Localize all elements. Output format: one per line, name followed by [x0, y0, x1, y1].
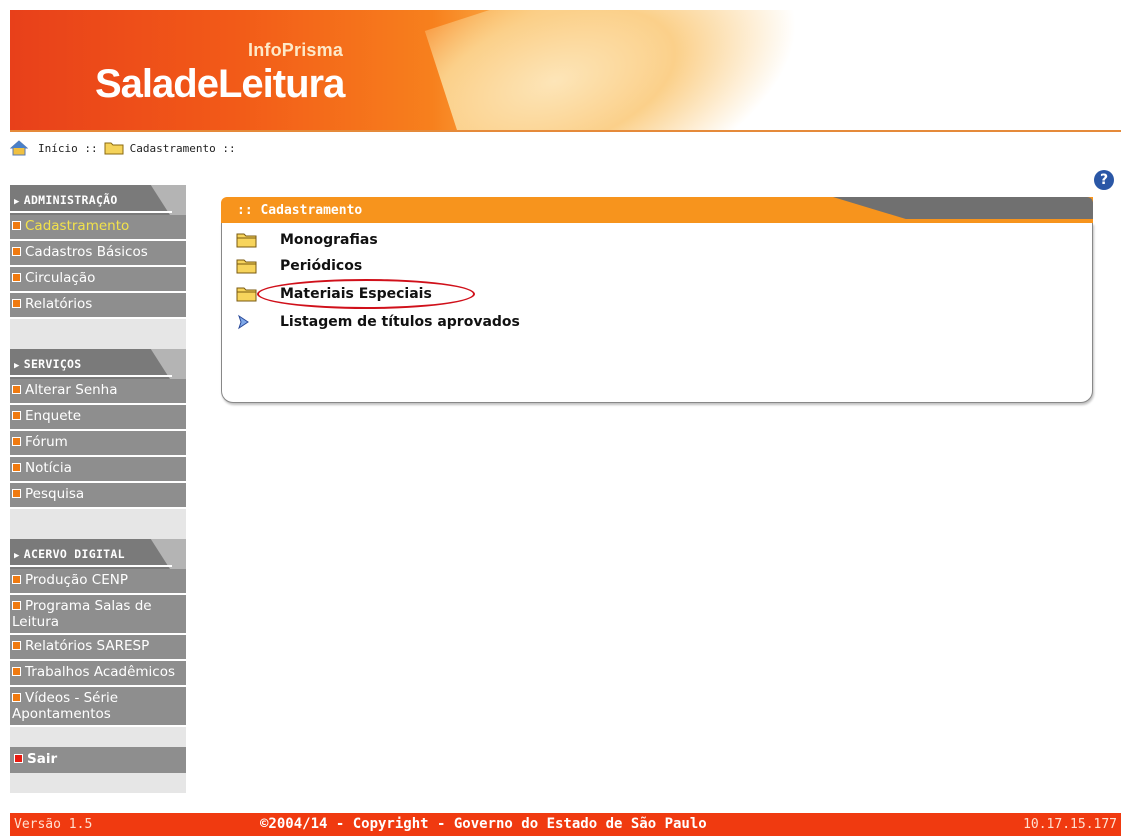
- bullet-icon: [14, 754, 23, 763]
- bullet-icon: [12, 437, 21, 446]
- caret-right-icon: ▶: [14, 361, 20, 371]
- bullet-icon: [12, 411, 21, 420]
- sidebar-item-videos[interactable]: Vídeos - Série Apontamentos: [10, 687, 186, 727]
- sidebar-item-cadastros-basicos[interactable]: Cadastros Básicos: [10, 241, 186, 267]
- logout-label: Sair: [27, 751, 58, 767]
- sidebar-item-noticia[interactable]: Notícia: [10, 457, 186, 483]
- sidebar-item-label: Pesquisa: [25, 486, 85, 502]
- sidebar-section-acervo-digital: ▶ ACERVO DIGITAL: [10, 539, 186, 569]
- sidebar-section-administracao: ▶ ADMINISTRAÇÃO: [10, 185, 186, 215]
- bullet-icon: [12, 693, 21, 702]
- sidebar-section-servicos: ▶ SERVIÇOS: [10, 349, 186, 379]
- sidebar-spacer: [10, 773, 186, 793]
- sidebar-item-label: Relatórios SARESP: [25, 638, 150, 654]
- panel-title: :: Cadastramento: [237, 203, 363, 218]
- sidebar-item-label: Produção CENP: [25, 572, 128, 588]
- bullet-icon: [12, 247, 21, 256]
- sidebar-item-enquete[interactable]: Enquete: [10, 405, 186, 431]
- item-label: Listagem de títulos aprovados: [280, 314, 520, 330]
- sidebar-item-label: Enquete: [25, 408, 82, 424]
- sidebar-spacer: [10, 727, 186, 747]
- breadcrumb: Início :: Cadastramento ::: [9, 136, 1110, 160]
- section-title: ADMINISTRAÇÃO: [23, 193, 118, 207]
- link-periodicos[interactable]: Periódicos: [236, 255, 362, 277]
- sidebar-item-label: Programa Salas de Leitura: [12, 598, 152, 630]
- sidebar-item-label: Cadastros Básicos: [25, 244, 148, 260]
- footer: Versão 1.5 ©2004/14 - Copyright - Govern…: [10, 813, 1121, 836]
- sidebar-item-pesquisa[interactable]: Pesquisa: [10, 483, 186, 509]
- copyright-label: ©2004/14 - Copyright - Governo do Estado…: [260, 816, 707, 832]
- link-listagem-titulos[interactable]: Listagem de títulos aprovados: [236, 311, 520, 333]
- bullet-icon: [12, 575, 21, 584]
- sidebar-item-label: Trabalhos Acadêmicos: [25, 664, 176, 680]
- bullet-icon: [12, 489, 21, 498]
- caret-right-icon: ▶: [14, 197, 20, 207]
- ip-address: 10.17.15.177: [1023, 817, 1117, 832]
- logout-button[interactable]: Sair: [10, 747, 186, 773]
- caret-right-icon: ▶: [14, 551, 20, 561]
- sidebar-item-label: Alterar Senha: [25, 382, 118, 398]
- section-title: ACERVO DIGITAL: [23, 547, 125, 561]
- header-swoosh: [424, 10, 836, 132]
- bullet-icon: [12, 385, 21, 394]
- sidebar-item-trabalhos-academicos[interactable]: Trabalhos Acadêmicos: [10, 661, 186, 687]
- bullet-icon: [12, 273, 21, 282]
- sidebar-item-forum[interactable]: Fórum: [10, 431, 186, 457]
- link-monografias[interactable]: Monografias: [236, 229, 378, 251]
- bullet-icon: [12, 463, 21, 472]
- sidebar-item-producao-cenp[interactable]: Produção CENP: [10, 569, 186, 595]
- section-title: SERVIÇOS: [23, 357, 82, 371]
- sidebar-item-label: Relatórios: [25, 296, 93, 312]
- bullet-icon: [12, 299, 21, 308]
- sidebar: ▶ ADMINISTRAÇÃO Cadastramento Cadastros B…: [10, 185, 186, 793]
- highlight-circle: [257, 279, 475, 309]
- sidebar-item-label: Vídeos - Série Apontamentos: [12, 690, 119, 722]
- sidebar-item-circulacao[interactable]: Circulação: [10, 267, 186, 293]
- folder-icon: [104, 141, 124, 155]
- bullet-icon: [12, 221, 21, 230]
- sidebar-item-relatorios[interactable]: Relatórios: [10, 293, 186, 319]
- bullet-icon: [12, 641, 21, 650]
- sidebar-spacer: [10, 319, 186, 349]
- version-label: Versão 1.5: [14, 817, 93, 832]
- panel-body: Monografias Periódicos Materiais Especia…: [221, 223, 1093, 403]
- brand-small: InfoPrisma: [248, 40, 344, 60]
- folder-icon: [236, 286, 258, 302]
- panel-header: :: Cadastramento: [221, 197, 1093, 223]
- bullet-icon: [12, 667, 21, 676]
- item-label: Periódicos: [280, 258, 363, 274]
- sidebar-item-label: Notícia: [25, 460, 72, 476]
- help-icon[interactable]: ?: [1094, 170, 1114, 190]
- sidebar-item-programa-salas[interactable]: Programa Salas de Leitura: [10, 595, 186, 635]
- sidebar-item-label: Cadastramento: [25, 218, 130, 234]
- folder-icon: [236, 232, 258, 248]
- breadcrumb-current[interactable]: Cadastramento ::: [130, 142, 236, 155]
- cadastramento-panel: :: Cadastramento Monografias Periódicos …: [221, 197, 1093, 403]
- arrow-right-icon: [236, 314, 258, 330]
- sidebar-item-relatorios-saresp[interactable]: Relatórios SARESP: [10, 635, 186, 661]
- sidebar-item-label: Circulação: [25, 270, 96, 286]
- sidebar-item-label: Fórum: [25, 434, 68, 450]
- bullet-icon: [12, 601, 21, 610]
- sidebar-item-alterar-senha[interactable]: Alterar Senha: [10, 379, 186, 405]
- header-divider: [10, 130, 1121, 132]
- breadcrumb-home[interactable]: Início ::: [38, 142, 98, 155]
- home-icon[interactable]: [9, 140, 29, 156]
- folder-icon: [236, 258, 258, 274]
- sidebar-item-cadastramento[interactable]: Cadastramento: [10, 215, 186, 241]
- item-label: Monografias: [280, 232, 378, 248]
- header-banner: InfoPrisma SaladeLeitura: [10, 10, 1121, 132]
- brand-logo: SaladeLeitura: [95, 62, 345, 106]
- sidebar-spacer: [10, 509, 186, 539]
